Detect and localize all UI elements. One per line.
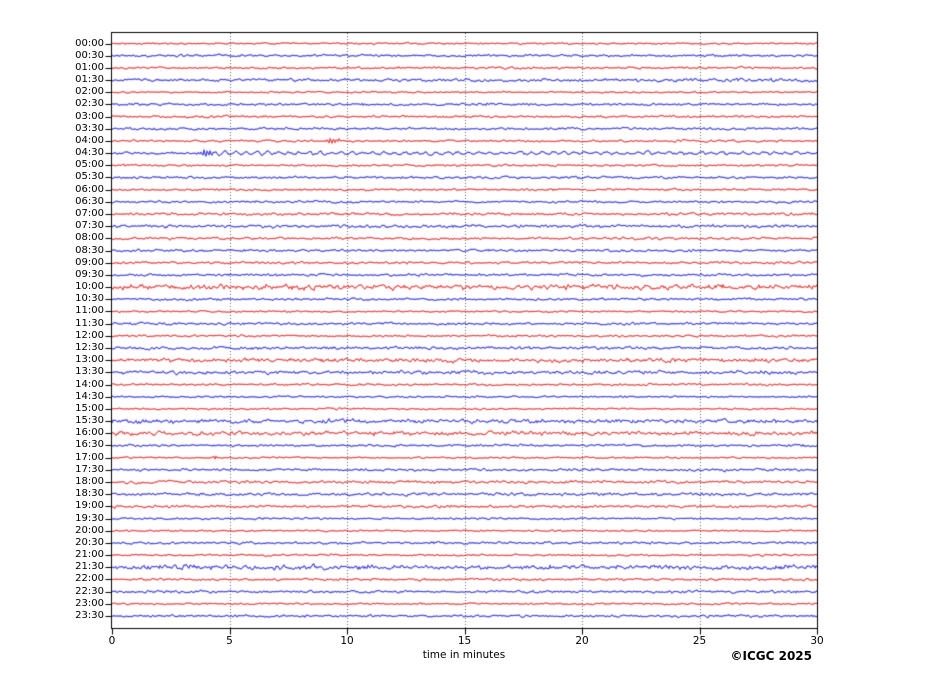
time-row-label: 20:30 <box>75 536 104 548</box>
time-row-label: 07:30 <box>75 220 104 232</box>
time-row-label: 19:00 <box>75 500 104 512</box>
time-row-label: 13:30 <box>75 366 104 378</box>
time-row-label: 20:00 <box>75 524 104 536</box>
time-row-label: 16:30 <box>75 439 104 451</box>
copyright-label: ©ICGC 2025 <box>730 649 812 663</box>
time-row-label: 22:30 <box>75 585 104 597</box>
x-tick-label: 5 <box>226 635 233 647</box>
time-row-label: 11:00 <box>75 305 104 317</box>
time-row-label: 11:30 <box>75 317 104 329</box>
time-row-label: 08:30 <box>75 244 104 256</box>
time-row-label: 04:30 <box>75 147 104 159</box>
time-row-label: 01:30 <box>75 74 104 86</box>
time-row-label: 23:30 <box>75 610 104 621</box>
time-row-label: 07:00 <box>75 208 104 220</box>
time-row-label: 17:00 <box>75 451 104 463</box>
time-row-label: 06:30 <box>75 195 104 207</box>
x-tick-label: 20 <box>575 635 589 647</box>
time-row-label: 10:30 <box>75 293 104 305</box>
x-tick-label: 25 <box>692 635 707 647</box>
time-row-label: 14:00 <box>75 378 104 390</box>
time-row-label: 09:00 <box>75 256 104 268</box>
time-row-label: 12:30 <box>75 342 104 354</box>
seismogram-plot-canvas <box>0 0 927 696</box>
time-row-label: 16:00 <box>75 427 104 439</box>
time-row-label: 03:30 <box>75 122 104 134</box>
time-row-label: 10:00 <box>75 281 104 293</box>
time-row-label: 19:30 <box>75 512 104 524</box>
time-row-label: 04:00 <box>75 134 104 146</box>
time-row-label: 01:00 <box>75 61 104 73</box>
time-row-label: 00:00 <box>75 37 104 49</box>
time-row-label: 03:00 <box>75 110 104 122</box>
time-row-label: 05:30 <box>75 171 104 183</box>
x-axis-label: time in minutes <box>422 649 506 661</box>
time-row-label: 18:00 <box>75 476 104 487</box>
time-row-label: 00:30 <box>75 49 104 61</box>
time-row-label: 06:00 <box>75 183 104 195</box>
time-row-label: 13:00 <box>75 354 104 366</box>
time-row-label: 15:00 <box>75 402 104 414</box>
time-row-label: 23:00 <box>75 597 104 609</box>
helicorder-page: 22-10-2025 CA.CEST..HHZ - Not filtered -… <box>0 0 927 696</box>
x-tick-label: 30 <box>810 635 824 647</box>
x-tick-label: 10 <box>340 635 354 647</box>
time-row-label: 17:30 <box>75 463 104 475</box>
time-row-label: 05:00 <box>75 159 104 171</box>
x-tick-label: 15 <box>457 635 472 647</box>
time-row-label: 08:00 <box>75 232 104 244</box>
time-row-label: 14:30 <box>75 390 104 402</box>
time-row-label: 18:30 <box>75 488 104 500</box>
time-row-label: 09:30 <box>75 268 104 280</box>
time-row-label: 02:00 <box>75 86 104 98</box>
time-row-label: 02:30 <box>75 98 104 110</box>
x-tick-label: 0 <box>108 635 116 647</box>
time-row-label: 21:00 <box>75 549 104 561</box>
time-row-label: 22:00 <box>75 573 104 585</box>
time-row-label: 12:00 <box>75 329 104 341</box>
time-row-label: 21:30 <box>75 561 104 573</box>
time-row-label: 15:30 <box>75 415 104 427</box>
